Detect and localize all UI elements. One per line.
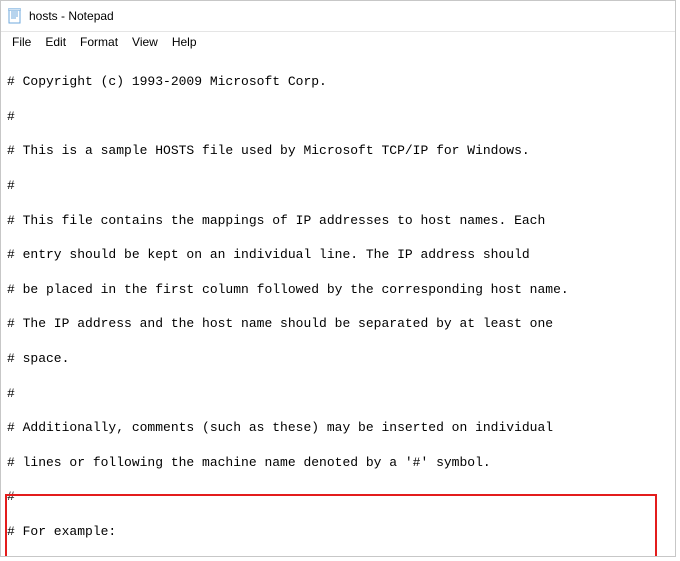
text-line: # Copyright (c) 1993-2009 Microsoft Corp…: [7, 73, 669, 90]
menu-file[interactable]: File: [5, 34, 38, 50]
menu-bar: File Edit Format View Help: [1, 32, 675, 54]
text-line: # For example:: [7, 523, 669, 540]
text-line: # be placed in the first column followed…: [7, 281, 669, 298]
notepad-app-icon: [7, 8, 23, 24]
menu-help[interactable]: Help: [165, 34, 204, 50]
window-title: hosts - Notepad: [29, 9, 114, 23]
text-line: # space.: [7, 350, 669, 367]
menu-view[interactable]: View: [125, 34, 165, 50]
text-line: # This is a sample HOSTS file used by Mi…: [7, 142, 669, 159]
text-line: #: [7, 108, 669, 125]
text-line: # Additionally, comments (such as these)…: [7, 419, 669, 436]
menu-edit[interactable]: Edit: [38, 34, 73, 50]
notepad-window: hosts - Notepad File Edit Format View He…: [0, 0, 676, 557]
text-line: #: [7, 385, 669, 402]
text-line: # This file contains the mappings of IP …: [7, 212, 669, 229]
text-line: # The IP address and the host name shoul…: [7, 315, 669, 332]
text-editor-area[interactable]: # Copyright (c) 1993-2009 Microsoft Corp…: [1, 54, 675, 556]
menu-format[interactable]: Format: [73, 34, 125, 50]
text-line: #: [7, 488, 669, 505]
text-line: # lines or following the machine name de…: [7, 454, 669, 471]
hosts-file-content[interactable]: # Copyright (c) 1993-2009 Microsoft Corp…: [7, 56, 669, 556]
title-bar[interactable]: hosts - Notepad: [1, 1, 675, 32]
text-line: #: [7, 177, 669, 194]
text-line: # entry should be kept on an individual …: [7, 246, 669, 263]
